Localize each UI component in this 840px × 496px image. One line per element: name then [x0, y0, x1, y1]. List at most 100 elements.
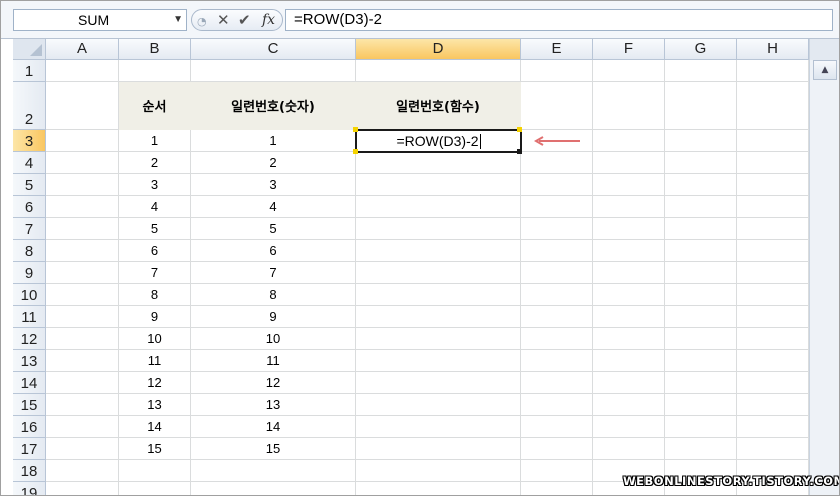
grid-cell[interactable]: [521, 460, 593, 482]
grid-cell[interactable]: [356, 416, 521, 438]
sequence-cell[interactable]: 3: [119, 174, 191, 196]
grid-cell[interactable]: [737, 394, 809, 416]
grid-cell[interactable]: [665, 416, 737, 438]
grid-cell[interactable]: [665, 60, 737, 82]
grid-cell[interactable]: [521, 60, 593, 82]
row-header-15[interactable]: 15: [13, 394, 46, 416]
grid-cell[interactable]: [737, 174, 809, 196]
grid-cell[interactable]: [593, 218, 665, 240]
grid-cell[interactable]: [46, 196, 119, 218]
grid-cell[interactable]: [191, 482, 356, 495]
grid-cell[interactable]: [521, 482, 593, 495]
grid-cell[interactable]: [46, 394, 119, 416]
grid-cell[interactable]: [356, 350, 521, 372]
grid-cell[interactable]: [665, 218, 737, 240]
grid-cell[interactable]: [46, 416, 119, 438]
row-header-16[interactable]: 16: [13, 416, 46, 438]
grid-cell[interactable]: [737, 82, 809, 130]
grid-cell[interactable]: [521, 152, 593, 174]
chevron-down-icon[interactable]: ▼: [173, 10, 183, 30]
grid-cell[interactable]: [521, 306, 593, 328]
grid-cell[interactable]: [521, 394, 593, 416]
grid-cell[interactable]: [46, 218, 119, 240]
sequence-cell[interactable]: 9: [119, 306, 191, 328]
grid-cell[interactable]: [356, 262, 521, 284]
column-header-d[interactable]: D: [356, 39, 521, 60]
grid-cell[interactable]: [191, 460, 356, 482]
grid-cell[interactable]: [356, 394, 521, 416]
sequence-cell[interactable]: 6: [119, 240, 191, 262]
grid-cell[interactable]: [46, 328, 119, 350]
grid-cell[interactable]: [593, 372, 665, 394]
grid-cell[interactable]: [46, 152, 119, 174]
grid-cell[interactable]: [46, 174, 119, 196]
row-header-2[interactable]: 2: [13, 82, 46, 130]
grid-cell[interactable]: [665, 152, 737, 174]
serial-number-cell[interactable]: 2: [191, 152, 356, 174]
row-header-14[interactable]: 14: [13, 372, 46, 394]
sequence-cell[interactable]: 7: [119, 262, 191, 284]
grid-cell[interactable]: [521, 262, 593, 284]
grid-cell[interactable]: [593, 82, 665, 130]
vertical-scrollbar[interactable]: ▲: [809, 60, 839, 495]
column-header-h[interactable]: H: [737, 39, 809, 60]
grid-cell[interactable]: [665, 196, 737, 218]
sequence-cell[interactable]: 8: [119, 284, 191, 306]
grid-cell[interactable]: [521, 328, 593, 350]
column-header-f[interactable]: F: [593, 39, 665, 60]
column-header-b[interactable]: B: [119, 39, 191, 60]
insert-function-icon[interactable]: fx: [262, 11, 275, 29]
grid-cell[interactable]: [737, 152, 809, 174]
grid-cell[interactable]: [46, 460, 119, 482]
grid-cell[interactable]: [46, 438, 119, 460]
grid-cell[interactable]: [593, 416, 665, 438]
serial-number-cell[interactable]: 8: [191, 284, 356, 306]
grid-cell[interactable]: [737, 350, 809, 372]
sequence-cell[interactable]: 1: [119, 130, 191, 152]
column-header-g[interactable]: G: [665, 39, 737, 60]
grid-cell[interactable]: [737, 240, 809, 262]
grid-cell[interactable]: [737, 218, 809, 240]
grid-cell[interactable]: [737, 306, 809, 328]
grid-cell[interactable]: [593, 240, 665, 262]
grid-cell[interactable]: [521, 218, 593, 240]
sequence-cell[interactable]: 12: [119, 372, 191, 394]
grid-cell[interactable]: [665, 284, 737, 306]
sequence-cell[interactable]: 14: [119, 416, 191, 438]
row-header-8[interactable]: 8: [13, 240, 46, 262]
grid-cell[interactable]: [521, 174, 593, 196]
row-header-13[interactable]: 13: [13, 350, 46, 372]
serial-number-cell[interactable]: 1: [191, 130, 356, 152]
header-cell-sequence[interactable]: 순서: [119, 82, 191, 130]
grid-cell[interactable]: [46, 82, 119, 130]
sequence-cell[interactable]: 10: [119, 328, 191, 350]
active-cell-d3[interactable]: =ROW(D3)-2: [355, 129, 522, 153]
grid-cell[interactable]: [356, 284, 521, 306]
grid-cell[interactable]: [737, 416, 809, 438]
grid-cell[interactable]: [119, 60, 191, 82]
grid-cell[interactable]: [191, 60, 356, 82]
grid-cell[interactable]: [737, 372, 809, 394]
formula-input[interactable]: =ROW(D3)-2: [285, 9, 833, 31]
sequence-cell[interactable]: 4: [119, 196, 191, 218]
grid-cell[interactable]: [593, 196, 665, 218]
check-icon[interactable]: ✔: [238, 11, 251, 29]
row-header-6[interactable]: 6: [13, 196, 46, 218]
grid-cell[interactable]: [521, 284, 593, 306]
resize-grip-icon[interactable]: ◔: [197, 13, 207, 31]
serial-number-cell[interactable]: 13: [191, 394, 356, 416]
column-header-e[interactable]: E: [521, 39, 593, 60]
row-header-17[interactable]: 17: [13, 438, 46, 460]
grid-cell[interactable]: [356, 460, 521, 482]
grid-cell[interactable]: [46, 240, 119, 262]
selection-handle[interactable]: [353, 127, 358, 132]
grid-cell[interactable]: [356, 152, 521, 174]
grid-cell[interactable]: [119, 460, 191, 482]
row-header-1[interactable]: 1: [13, 60, 46, 82]
grid-cell[interactable]: [521, 196, 593, 218]
row-header-7[interactable]: 7: [13, 218, 46, 240]
grid-cell[interactable]: [737, 196, 809, 218]
serial-number-cell[interactable]: 6: [191, 240, 356, 262]
grid-cell[interactable]: [665, 262, 737, 284]
grid-cell[interactable]: [665, 350, 737, 372]
